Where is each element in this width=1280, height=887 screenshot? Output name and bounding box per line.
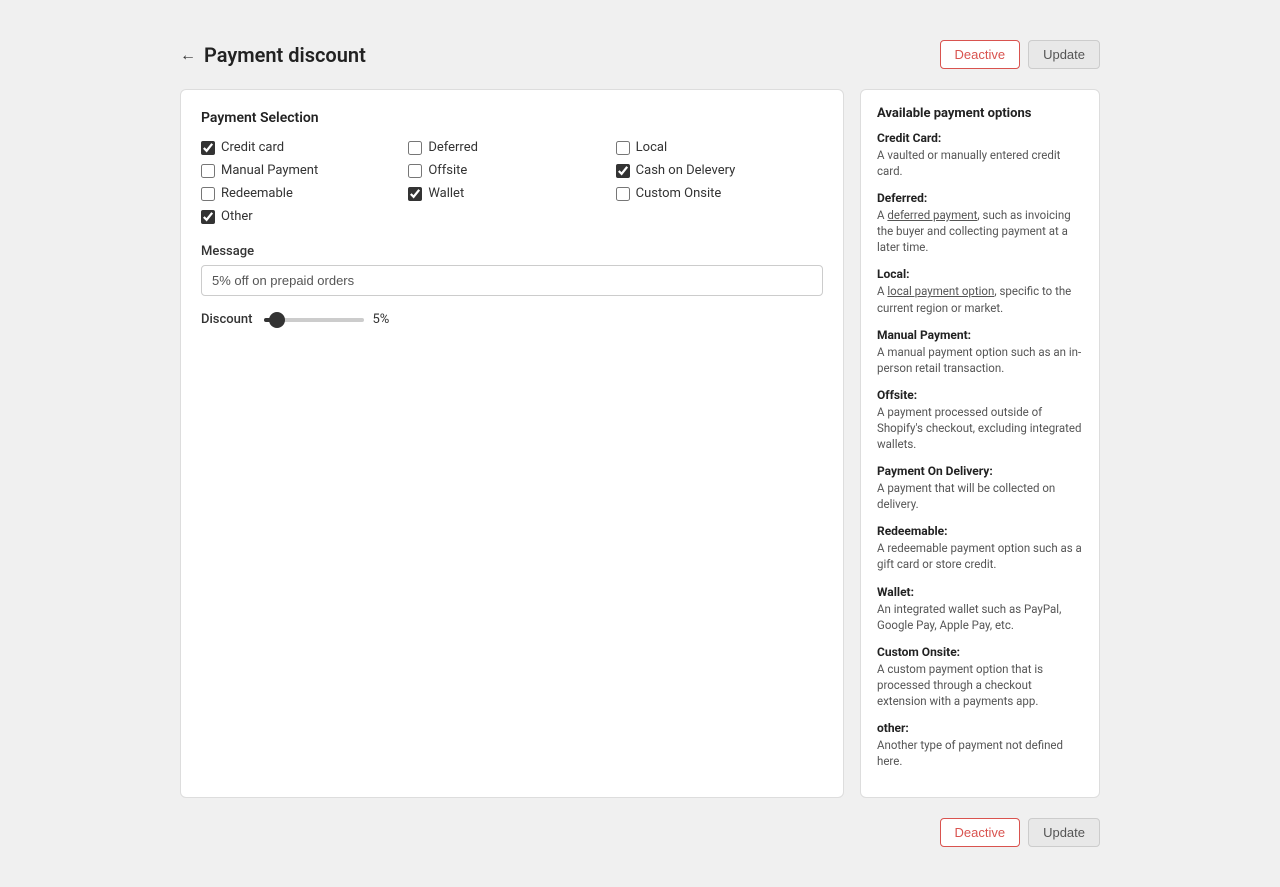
payment-selection-title: Payment Selection xyxy=(201,110,823,126)
info-wallet-desc: An integrated wallet such as PayPal, Goo… xyxy=(877,601,1083,633)
footer-buttons: Deactive Update xyxy=(180,818,1100,847)
checkbox-grid: Credit card Deferred Local Manual Paymen… xyxy=(201,140,823,224)
info-local: Local: A local payment option, specific … xyxy=(877,267,1083,315)
checkbox-manual-label: Manual Payment xyxy=(221,163,318,178)
info-other-desc: Another type of payment not defined here… xyxy=(877,737,1083,769)
footer-update-button[interactable]: Update xyxy=(1028,818,1100,847)
checkbox-deferred[interactable]: Deferred xyxy=(408,140,615,155)
checkbox-redeemable-label: Redeemable xyxy=(221,186,293,201)
back-arrow-icon[interactable]: ← xyxy=(180,45,196,65)
info-credit-card-desc: A vaulted or manually entered credit car… xyxy=(877,147,1083,179)
info-credit-card: Credit Card: A vaulted or manually enter… xyxy=(877,131,1083,179)
page-container: ← Payment discount Deactive Update Payme… xyxy=(160,0,1120,887)
info-custom-onsite-title: Custom Onsite: xyxy=(877,645,1083,659)
checkbox-credit-card-label: Credit card xyxy=(221,140,284,155)
info-other: other: Another type of payment not defin… xyxy=(877,721,1083,769)
right-panel: Available payment options Credit Card: A… xyxy=(860,89,1100,798)
info-local-title: Local: xyxy=(877,267,1083,281)
info-redeemable-desc: A redeemable payment option such as a gi… xyxy=(877,540,1083,572)
info-manual-payment-desc: A manual payment option such as an in-pe… xyxy=(877,344,1083,376)
checkbox-wallet-input[interactable] xyxy=(408,187,422,201)
checkbox-cash-on-delivery[interactable]: Cash on Delevery xyxy=(616,163,823,178)
message-input[interactable] xyxy=(201,265,823,296)
checkbox-other-label: Other xyxy=(221,209,253,224)
left-panel: Payment Selection Credit card Deferred L… xyxy=(180,89,844,798)
header-left: ← Payment discount xyxy=(180,43,366,67)
checkbox-manual-payment[interactable]: Manual Payment xyxy=(201,163,408,178)
info-pod-title: Payment On Delivery: xyxy=(877,464,1083,478)
discount-value: 5% xyxy=(372,312,389,327)
info-wallet-title: Wallet: xyxy=(877,585,1083,599)
footer-deactive-button[interactable]: Deactive xyxy=(940,818,1021,847)
header-deactive-button[interactable]: Deactive xyxy=(940,40,1021,69)
checkbox-local[interactable]: Local xyxy=(616,140,823,155)
info-offsite: Offsite: A payment processed outside of … xyxy=(877,388,1083,452)
checkbox-local-input[interactable] xyxy=(616,141,630,155)
checkbox-custom-onsite-label: Custom Onsite xyxy=(636,186,722,201)
info-pod-desc: A payment that will be collected on deli… xyxy=(877,480,1083,512)
checkbox-offsite-input[interactable] xyxy=(408,164,422,178)
checkbox-custom-onsite-input[interactable] xyxy=(616,187,630,201)
checkbox-deferred-input[interactable] xyxy=(408,141,422,155)
header-update-button[interactable]: Update xyxy=(1028,40,1100,69)
checkbox-wallet-label: Wallet xyxy=(428,186,464,201)
checkbox-redeemable[interactable]: Redeemable xyxy=(201,186,408,201)
discount-section: Discount 5% xyxy=(201,312,823,327)
checkbox-local-label: Local xyxy=(636,140,667,155)
info-payment-on-delivery: Payment On Delivery: A payment that will… xyxy=(877,464,1083,512)
info-local-desc: A local payment option, specific to the … xyxy=(877,283,1083,315)
message-label: Message xyxy=(201,244,823,259)
checkbox-redeemable-input[interactable] xyxy=(201,187,215,201)
checkbox-credit-card[interactable]: Credit card xyxy=(201,140,408,155)
checkbox-other[interactable]: Other xyxy=(201,209,408,224)
checkbox-deferred-label: Deferred xyxy=(428,140,478,155)
info-custom-onsite: Custom Onsite: A custom payment option t… xyxy=(877,645,1083,709)
info-redeemable-title: Redeemable: xyxy=(877,524,1083,538)
discount-slider[interactable] xyxy=(264,318,364,322)
checkbox-wallet[interactable]: Wallet xyxy=(408,186,615,201)
info-other-title: other: xyxy=(877,721,1083,735)
page-title: Payment discount xyxy=(204,43,366,67)
info-wallet: Wallet: An integrated wallet such as Pay… xyxy=(877,585,1083,633)
available-options-title: Available payment options xyxy=(877,106,1083,121)
info-deferred-title: Deferred: xyxy=(877,191,1083,205)
info-deferred-desc: A deferred payment, such as invoicing th… xyxy=(877,207,1083,255)
info-deferred: Deferred: A deferred payment, such as in… xyxy=(877,191,1083,255)
checkbox-cod-label: Cash on Delevery xyxy=(636,163,736,178)
content-row: Payment Selection Credit card Deferred L… xyxy=(180,89,1100,798)
slider-container: 5% xyxy=(264,312,389,327)
message-section: Message xyxy=(201,244,823,296)
info-redeemable: Redeemable: A redeemable payment option … xyxy=(877,524,1083,572)
header: ← Payment discount Deactive Update xyxy=(180,40,1100,69)
info-custom-onsite-desc: A custom payment option that is processe… xyxy=(877,661,1083,709)
info-manual-payment: Manual Payment: A manual payment option … xyxy=(877,328,1083,376)
info-offsite-desc: A payment processed outside of Shopify's… xyxy=(877,404,1083,452)
header-buttons: Deactive Update xyxy=(940,40,1101,69)
info-credit-card-title: Credit Card: xyxy=(877,131,1083,145)
checkbox-other-input[interactable] xyxy=(201,210,215,224)
checkbox-manual-input[interactable] xyxy=(201,164,215,178)
info-offsite-title: Offsite: xyxy=(877,388,1083,402)
checkbox-credit-card-input[interactable] xyxy=(201,141,215,155)
checkbox-custom-onsite[interactable]: Custom Onsite xyxy=(616,186,823,201)
checkbox-offsite-label: Offsite xyxy=(428,163,467,178)
checkbox-offsite[interactable]: Offsite xyxy=(408,163,615,178)
checkbox-cod-input[interactable] xyxy=(616,164,630,178)
info-manual-payment-title: Manual Payment: xyxy=(877,328,1083,342)
discount-label: Discount xyxy=(201,312,252,327)
